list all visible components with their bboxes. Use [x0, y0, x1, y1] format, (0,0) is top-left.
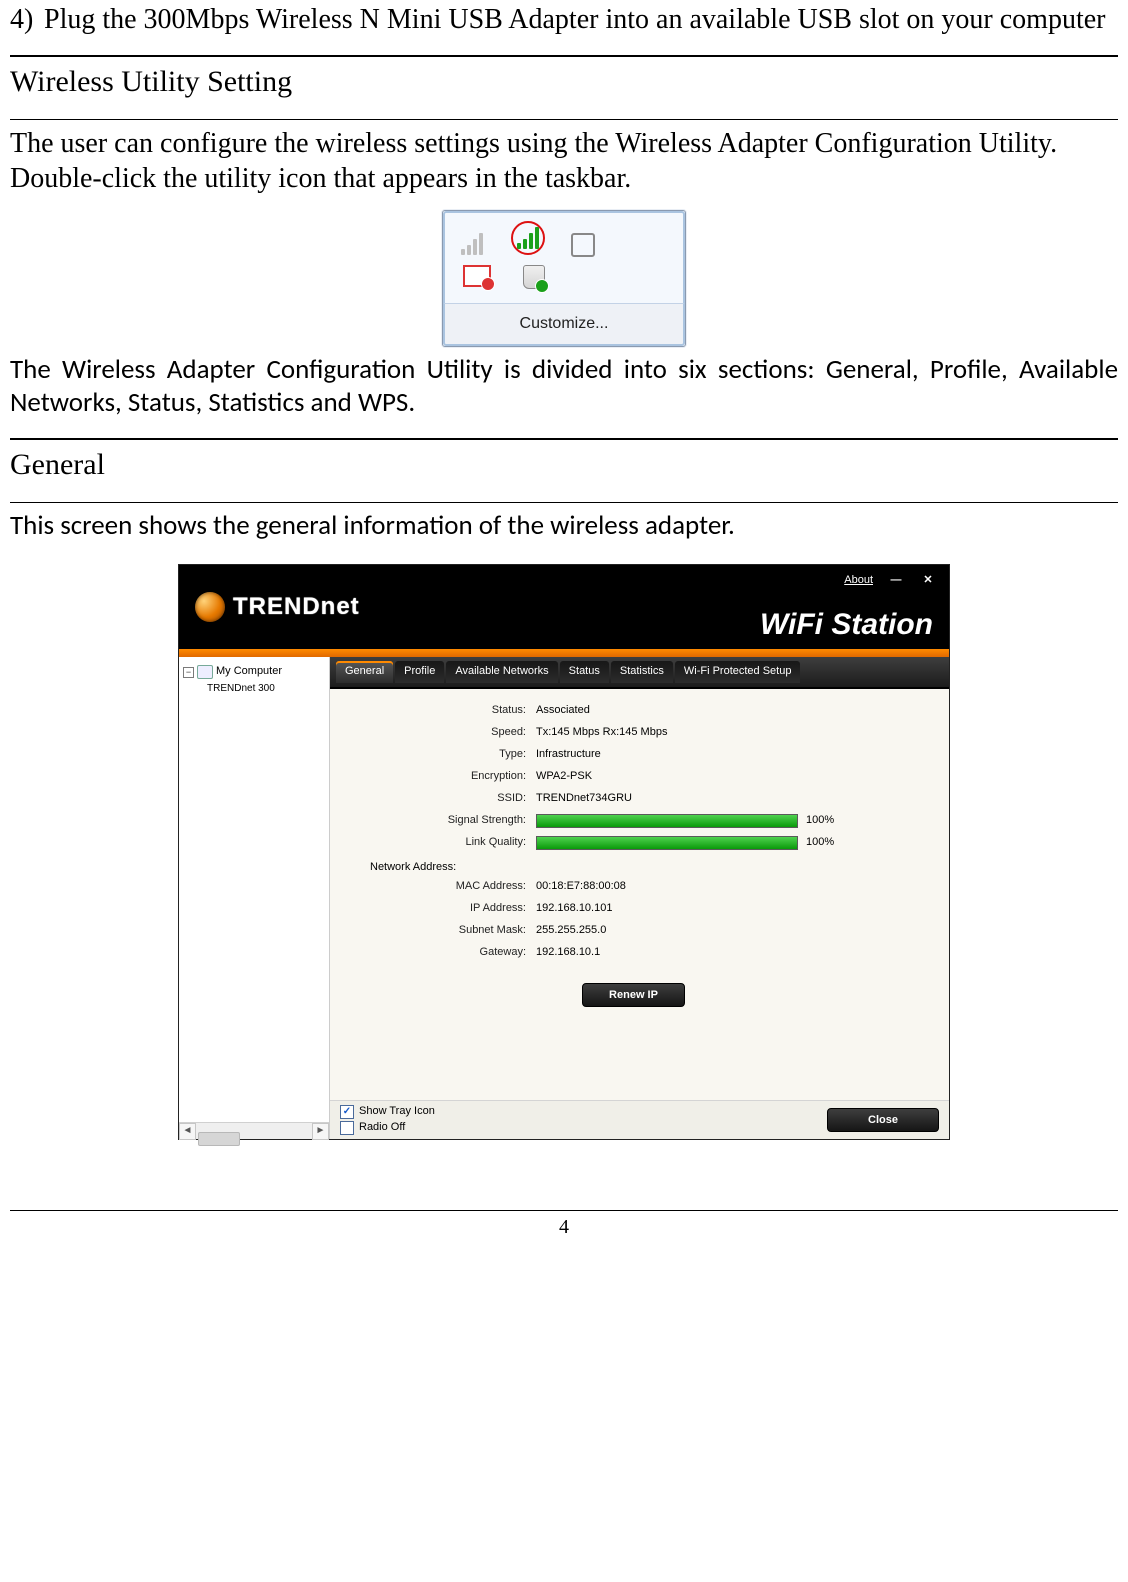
field-speed: Speed:Tx:145 Mbps Rx:145 Mbps [340, 725, 927, 741]
checkbox-label: Show Tray Icon [359, 1105, 435, 1119]
horizontal-scrollbar[interactable]: ◄ ► [179, 1122, 329, 1139]
checkbox-icon [340, 1121, 354, 1135]
general-content: Status:Associated Speed:Tx:145 Mbps Rx:1… [330, 689, 949, 1100]
brand-orb-icon [195, 592, 225, 622]
device-tree: − My Computer TRENDnet 300 [179, 657, 329, 704]
tab-statistics[interactable]: Statistics [611, 661, 673, 683]
show-tray-icon-checkbox[interactable]: ✓ Show Tray Icon [340, 1105, 435, 1119]
divider [10, 438, 1118, 440]
divider [10, 119, 1118, 120]
main-panel: General Profile Available Networks Statu… [330, 657, 949, 1139]
field-subnet: Subnet Mask:255.255.255.0 [340, 923, 927, 939]
paragraph: The Wireless Adapter Configuration Utili… [10, 353, 1118, 421]
link-quality-bar [536, 836, 798, 850]
tray-popup-figure: Customize... [10, 210, 1118, 347]
checkbox-label: Radio Off [359, 1121, 405, 1135]
link-quality-value: 100% [806, 836, 834, 850]
section-heading-wireless-utility: Wireless Utility Setting [10, 63, 1118, 101]
field-link-quality: Link Quality: 100% [340, 835, 927, 851]
power-plug-icon[interactable] [571, 233, 595, 255]
close-window-button[interactable]: ✕ [919, 573, 937, 589]
app-footer: ✓ Show Tray Icon Radio Off Close [330, 1100, 949, 1139]
scroll-right-arrow[interactable]: ► [312, 1123, 329, 1140]
computer-icon [197, 665, 213, 679]
field-ip: IP Address:192.168.10.101 [340, 901, 927, 917]
tree-collapse-icon[interactable]: − [183, 667, 194, 678]
tray-popup: Customize... [442, 210, 686, 347]
field-ssid: SSID:TRENDnet734GRU [340, 791, 927, 807]
wifi-station-window: TRENDNET WiFi Station About — ✕ − My Com… [178, 564, 950, 1140]
app-body: − My Computer TRENDnet 300 ◄ ► General [179, 657, 949, 1139]
scroll-left-arrow[interactable]: ◄ [179, 1123, 196, 1140]
tab-bar: General Profile Available Networks Statu… [330, 657, 949, 689]
about-link[interactable]: About [844, 574, 873, 588]
tree-child[interactable]: TRENDnet 300 [183, 681, 325, 698]
signal-bars-icon[interactable] [461, 233, 485, 255]
step-text: Plug the 300Mbps Wireless N Mini USB Ada… [44, 2, 1118, 37]
accent-bar [179, 649, 949, 657]
radio-off-checkbox[interactable]: Radio Off [340, 1121, 435, 1135]
step-4: 4) Plug the 300Mbps Wireless N Mini USB … [10, 2, 1118, 37]
section-heading-general: General [10, 446, 1118, 484]
tab-profile[interactable]: Profile [395, 661, 444, 683]
field-signal-strength: Signal Strength: 100% [340, 813, 927, 829]
tab-available-networks[interactable]: Available Networks [446, 661, 557, 683]
checkbox-icon: ✓ [340, 1105, 354, 1119]
action-center-flag-icon[interactable] [463, 265, 487, 287]
minimize-button[interactable]: — [887, 573, 905, 589]
field-status: Status:Associated [340, 703, 927, 719]
tab-status[interactable]: Status [560, 661, 609, 683]
divider [10, 55, 1118, 57]
page-number: 4 [10, 1210, 1118, 1240]
window-controls: About — ✕ [844, 573, 937, 589]
scroll-thumb[interactable] [198, 1132, 240, 1146]
field-type: Type:Infrastructure [340, 747, 927, 763]
customize-link[interactable]: Customize... [443, 303, 685, 346]
step-number: 4) [10, 2, 44, 37]
titlebar: TRENDNET WiFi Station About — ✕ [179, 565, 949, 649]
divider [10, 502, 1118, 503]
tree-child-label: TRENDnet 300 [207, 683, 275, 696]
wifi-station-figure: TRENDNET WiFi Station About — ✕ − My Com… [10, 564, 1118, 1140]
paragraph: This screen shows the general informatio… [10, 509, 1118, 543]
signal-strength-bar [536, 814, 798, 828]
field-gateway: Gateway:192.168.10.1 [340, 945, 927, 961]
link-quality-fill [537, 837, 797, 849]
network-address-label: Network Address: [340, 857, 927, 879]
brand-logo: TRENDNET [179, 592, 360, 622]
device-ok-icon[interactable] [523, 265, 547, 287]
tab-wps[interactable]: Wi-Fi Protected Setup [675, 661, 801, 683]
brand-text: TRENDNET [233, 592, 360, 622]
field-mac: MAC Address:00:18:E7:88:00:08 [340, 879, 927, 895]
tree-root-label: My Computer [216, 665, 282, 679]
signal-strength-fill [537, 815, 797, 827]
tree-root[interactable]: − My Computer [183, 663, 325, 681]
field-encryption: Encryption:WPA2-PSK [340, 769, 927, 785]
highlighted-utility-icon[interactable] [511, 221, 545, 255]
signal-strength-value: 100% [806, 814, 834, 828]
tray-icon-grid [443, 211, 685, 303]
close-button[interactable]: Close [827, 1108, 939, 1132]
paragraph: The user can configure the wireless sett… [10, 126, 1118, 196]
renew-ip-button[interactable]: Renew IP [582, 983, 685, 1007]
tab-general[interactable]: General [336, 661, 393, 683]
device-tree-sidebar: − My Computer TRENDnet 300 ◄ ► [179, 657, 330, 1139]
window-title: WiFi Station [760, 606, 933, 644]
